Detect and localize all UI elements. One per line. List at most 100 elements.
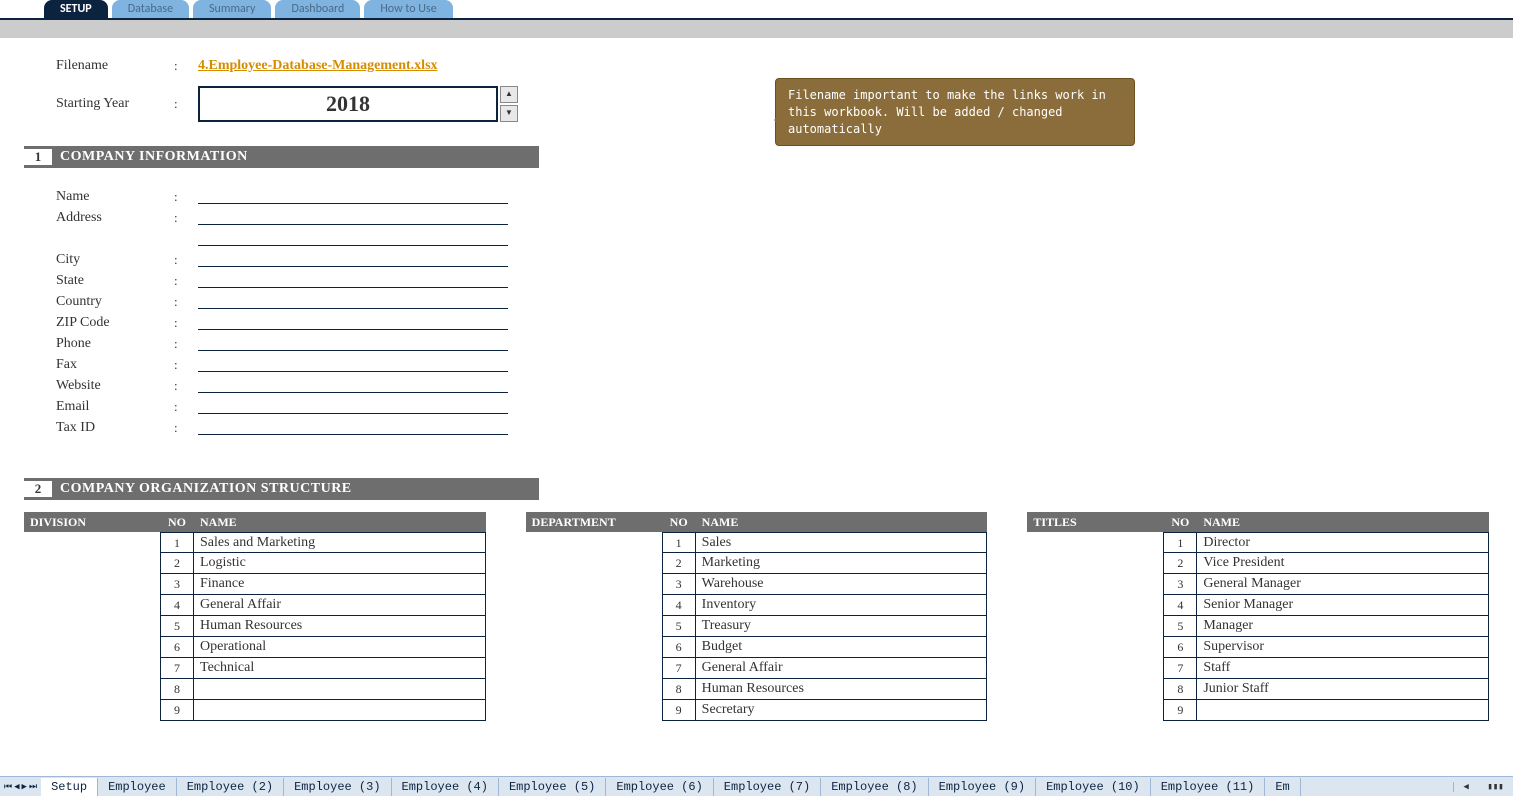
startyear-label: Starting Year	[24, 96, 174, 112]
department-name-cell[interactable]: Human Resources	[696, 679, 988, 700]
title-name-cell[interactable]: Supervisor	[1197, 637, 1489, 658]
filename-link[interactable]: 4.Employee-Database-Management.xlsx	[198, 58, 438, 74]
scroll-track[interactable]: ▮▮▮	[1487, 782, 1503, 792]
sheet-next-icon[interactable]: ▶	[22, 782, 27, 792]
sheet-first-icon[interactable]: ⏮	[4, 782, 12, 792]
division-name-cell[interactable]: Logistic	[194, 553, 486, 574]
field-label: ZIP Code	[24, 315, 174, 331]
division-name-cell[interactable]	[194, 679, 486, 700]
department-no: 4	[662, 595, 696, 616]
sheet-tab-setup[interactable]: Setup	[41, 778, 98, 796]
department-name-cell[interactable]: Marketing	[696, 553, 988, 574]
sheet-tab-employee-6-[interactable]: Employee (6)	[606, 778, 713, 796]
field-input-fax[interactable]	[198, 358, 508, 372]
year-down-button[interactable]: ▼	[500, 105, 518, 122]
department-name-cell[interactable]: General Affair	[696, 658, 988, 679]
field-label: City	[24, 252, 174, 268]
field-input-phone[interactable]	[198, 337, 508, 351]
colon: :	[174, 357, 198, 373]
department-name-cell[interactable]: Secretary	[696, 700, 988, 721]
tab-dashboard[interactable]: Dashboard	[275, 0, 360, 18]
sheet-prev-icon[interactable]: ◀	[14, 782, 19, 792]
scroll-left-icon[interactable]: ◀	[1463, 782, 1468, 792]
table-row: 5Human Resources	[160, 616, 486, 637]
title-name-cell[interactable]: Junior Staff	[1197, 679, 1489, 700]
sheet-tab-em[interactable]: Em	[1265, 778, 1300, 796]
department-no: 3	[662, 574, 696, 595]
field-input-address[interactable]	[198, 211, 508, 225]
starting-year-input[interactable]: 2018	[198, 86, 498, 122]
header-strip	[0, 20, 1513, 38]
sheet-tab-employee-8-[interactable]: Employee (8)	[821, 778, 928, 796]
table-row: 8Junior Staff	[1163, 679, 1489, 700]
division-name-cell[interactable]: Human Resources	[194, 616, 486, 637]
division-no: 4	[160, 595, 194, 616]
sheet-tab-employee-5-[interactable]: Employee (5)	[499, 778, 606, 796]
field-input-country[interactable]	[198, 295, 508, 309]
field-input-zip-code[interactable]	[198, 316, 508, 330]
field-input-website[interactable]	[198, 379, 508, 393]
sheet-tab-employee-9-[interactable]: Employee (9)	[929, 778, 1036, 796]
horizontal-scroll[interactable]: ◀ ▮▮▮	[1453, 782, 1513, 792]
field-label: Website	[24, 378, 174, 394]
tab-database[interactable]: Database	[112, 0, 189, 18]
sheet-tab-employee[interactable]: Employee	[98, 778, 177, 796]
sheet-tab-employee-2-[interactable]: Employee (2)	[177, 778, 284, 796]
colon: :	[174, 336, 198, 352]
division-name-cell[interactable]: General Affair	[194, 595, 486, 616]
year-up-button[interactable]: ▲	[500, 86, 518, 103]
department-no: 6	[662, 637, 696, 658]
header-no: NO	[160, 512, 194, 532]
department-name-cell[interactable]: Inventory	[696, 595, 988, 616]
department-name-cell[interactable]: Warehouse	[696, 574, 988, 595]
tab-how-to-use[interactable]: How to Use	[364, 0, 452, 18]
header-department: DEPARTMENT	[526, 512, 662, 532]
division-name-cell[interactable]: Sales and Marketing	[194, 532, 486, 553]
table-row: 7Technical	[160, 658, 486, 679]
title-name-cell[interactable]: Staff	[1197, 658, 1489, 679]
field-input-name[interactable]	[198, 190, 508, 204]
department-no: 7	[662, 658, 696, 679]
sheet-tab-employee-11-[interactable]: Employee (11)	[1151, 778, 1266, 796]
sheet-tab-employee-10-[interactable]: Employee (10)	[1036, 778, 1151, 796]
field-input-state[interactable]	[198, 274, 508, 288]
title-name-cell[interactable]	[1197, 700, 1489, 721]
section-number: 1	[24, 149, 52, 165]
sheet-tab-employee-3-[interactable]: Employee (3)	[284, 778, 391, 796]
title-name-cell[interactable]: General Manager	[1197, 574, 1489, 595]
division-no: 7	[160, 658, 194, 679]
table-row: 6Supervisor	[1163, 637, 1489, 658]
department-name-cell[interactable]: Sales	[696, 532, 988, 553]
colon: :	[174, 378, 198, 394]
field-input-city[interactable]	[198, 253, 508, 267]
sheet-tab-employee-4-[interactable]: Employee (4)	[392, 778, 499, 796]
title-name-cell[interactable]: Director	[1197, 532, 1489, 553]
table-row: 4General Affair	[160, 595, 486, 616]
division-name-cell[interactable]: Technical	[194, 658, 486, 679]
title-no: 7	[1163, 658, 1197, 679]
title-name-cell[interactable]: Vice President	[1197, 553, 1489, 574]
field-input-extra[interactable]	[198, 232, 508, 246]
table-row: 6Operational	[160, 637, 486, 658]
title-name-cell[interactable]: Manager	[1197, 616, 1489, 637]
sheet-last-icon[interactable]: ⏭	[29, 782, 37, 792]
colon: :	[174, 420, 198, 436]
field-input-tax-id[interactable]	[198, 421, 508, 435]
header-no: NO	[1163, 512, 1197, 532]
division-name-cell[interactable]: Finance	[194, 574, 486, 595]
table-row: 2Logistic	[160, 553, 486, 574]
section-title: COMPANY ORGANIZATION STRUCTURE	[52, 481, 352, 497]
division-name-cell[interactable]: Operational	[194, 637, 486, 658]
tab-setup[interactable]: SETUP	[44, 0, 108, 18]
division-name-cell[interactable]	[194, 700, 486, 721]
department-name-cell[interactable]: Treasury	[696, 616, 988, 637]
field-input-email[interactable]	[198, 400, 508, 414]
table-row: 5Treasury	[662, 616, 988, 637]
sheet-tab-employee-7-[interactable]: Employee (7)	[714, 778, 821, 796]
department-name-cell[interactable]: Budget	[696, 637, 988, 658]
tab-summary[interactable]: Summary	[193, 0, 271, 18]
table-row: 8	[160, 679, 486, 700]
title-name-cell[interactable]: Senior Manager	[1197, 595, 1489, 616]
table-row: 9	[160, 700, 486, 721]
division-table-header: DIVISION NO NAME	[24, 512, 486, 532]
